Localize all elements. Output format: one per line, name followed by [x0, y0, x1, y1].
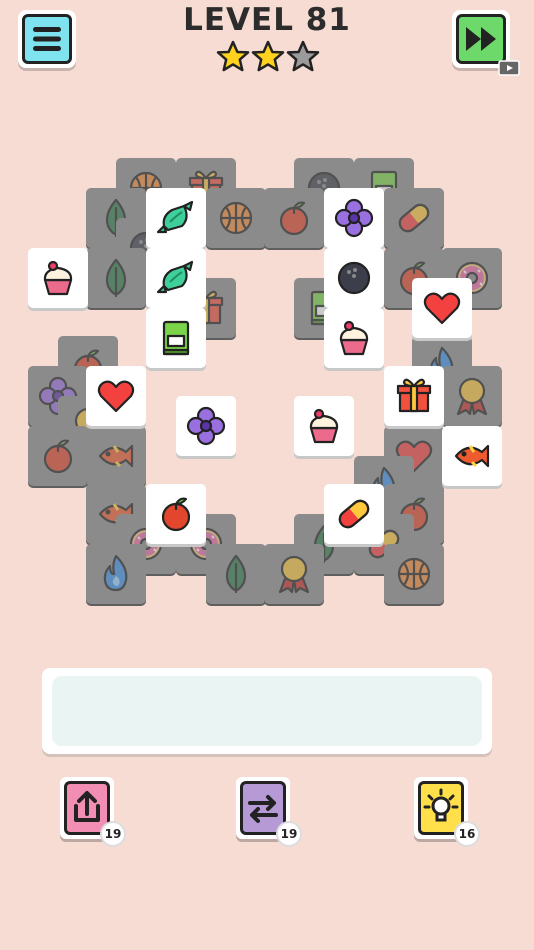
skip-level-button[interactable] — [452, 10, 520, 76]
tile-covered-apple — [28, 426, 88, 486]
hint-button[interactable]: 16 — [414, 777, 480, 847]
tile-covered-basketball — [384, 544, 444, 604]
tile-covered-leaf — [206, 544, 266, 604]
tile-covered-ribbon — [264, 544, 324, 604]
shuffle-button[interactable]: 19 — [236, 777, 302, 847]
tile-covered-flame — [86, 544, 146, 604]
star-filled-icon — [251, 40, 285, 72]
tile-free-flower[interactable] — [176, 396, 236, 456]
tile-free-cupcake[interactable] — [294, 396, 354, 456]
tile-tray — [42, 668, 492, 754]
flower-icon — [334, 198, 374, 238]
tile-covered-pill — [384, 188, 444, 248]
tile-covered-basketball — [206, 188, 266, 248]
tile-free-book[interactable] — [146, 308, 206, 368]
tile-free-gift[interactable] — [384, 366, 444, 426]
hint-count-badge: 16 — [454, 821, 480, 847]
tile-free-flower[interactable] — [324, 188, 384, 248]
leaf-icon — [225, 554, 247, 594]
tile-free-candy[interactable] — [146, 188, 206, 248]
shuffle-count-badge: 19 — [276, 821, 302, 847]
fast-forward-icon — [466, 27, 496, 51]
bowling-ball-icon — [337, 261, 371, 295]
apple-icon — [43, 439, 73, 474]
tile-free-heart[interactable] — [86, 366, 146, 426]
book-icon — [162, 320, 190, 356]
cupcake-icon — [309, 408, 339, 444]
tile-free-apple[interactable] — [146, 484, 206, 544]
tile-free-cupcake[interactable] — [28, 248, 88, 308]
candy-icon — [156, 260, 194, 294]
tile-free-bowling-ball[interactable] — [324, 248, 384, 308]
tile-free-pill[interactable] — [324, 484, 384, 544]
tile-free-fish[interactable] — [442, 426, 502, 486]
tile-free-cupcake[interactable] — [324, 308, 384, 368]
flower-icon — [186, 406, 226, 446]
undo-count-badge: 19 — [100, 821, 126, 847]
cupcake-icon — [43, 260, 73, 296]
candy-icon — [156, 200, 194, 234]
ribbon-icon — [278, 555, 310, 594]
lightbulb-icon — [423, 788, 459, 822]
ribbon-icon — [456, 377, 488, 416]
pill-icon — [338, 499, 370, 529]
heart-icon — [423, 292, 461, 325]
cupcake-icon — [339, 320, 369, 356]
tile-covered-leaf — [86, 248, 146, 308]
flame-icon — [103, 554, 128, 592]
tile-free-heart[interactable] — [412, 278, 472, 338]
shuffle-icon — [248, 795, 278, 823]
leaf-icon — [105, 258, 127, 298]
gift-icon — [396, 378, 432, 413]
tile-covered-apple — [264, 188, 324, 248]
fish-icon — [454, 444, 490, 468]
heart-icon — [97, 380, 135, 413]
apple-icon — [161, 497, 191, 532]
star-filled-icon — [216, 40, 250, 72]
undo-button[interactable]: 19 — [60, 777, 126, 847]
tile-covered-fish — [86, 426, 146, 486]
fish-icon — [98, 444, 134, 468]
tile-free-candy[interactable] — [146, 248, 206, 308]
undo-arrow-icon — [74, 791, 100, 822]
basketball-icon — [219, 201, 253, 235]
pill-icon — [398, 203, 430, 233]
basketball-icon — [397, 557, 431, 591]
video-ad-icon — [498, 60, 520, 76]
level-stars — [216, 40, 320, 72]
tile-covered-ribbon — [442, 366, 502, 426]
star-empty-icon — [286, 40, 320, 72]
tray-slots — [52, 676, 482, 746]
apple-icon — [279, 201, 309, 236]
